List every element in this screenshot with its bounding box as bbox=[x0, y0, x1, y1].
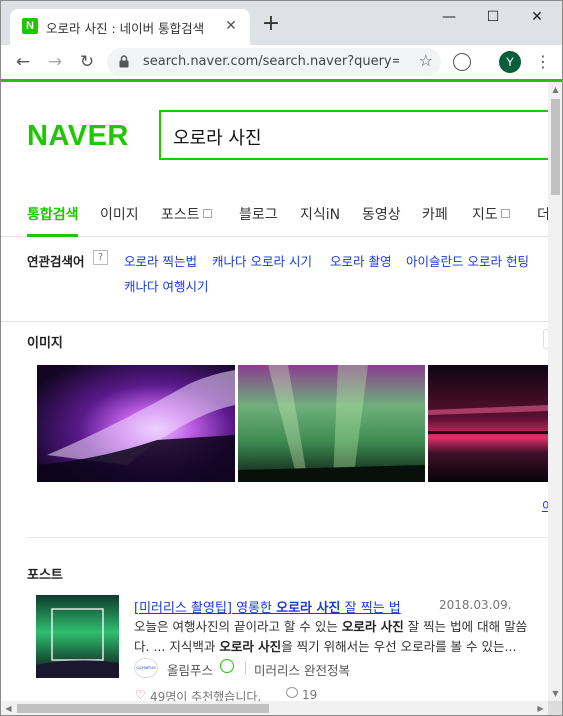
vertical-scrollbar[interactable]: ▲ ▼ bbox=[548, 82, 562, 701]
olympus-logo[interactable]: OLYMPUS bbox=[134, 658, 158, 678]
post-thumbnail[interactable] bbox=[36, 595, 119, 678]
naver-logo[interactable]: NAVER bbox=[27, 120, 129, 153]
tab-strip: N 오로라 사진 : 네이버 통합검색 ✕ + — ☐ ✕ bbox=[1, 1, 562, 45]
maximize-icon[interactable]: ☐ bbox=[479, 7, 507, 27]
snippet-text: 다. ... 지식백과 bbox=[134, 639, 220, 654]
post-title-bold: 오로라 사진 bbox=[276, 601, 341, 616]
snippet-text: 잘 찍는 법에 대해 말씀 bbox=[403, 619, 528, 634]
post-title-prefix: [미러리스 촬영팁] 영롱한 bbox=[134, 601, 277, 616]
page-viewport: NAVER 오로라 사진 통합검색 이미지 포스트 블로그 지식iN 동영상 카… bbox=[1, 82, 548, 701]
new-tab-icon[interactable]: + bbox=[260, 13, 282, 36]
horizontal-scrollbar[interactable]: ◀ ▶ bbox=[1, 701, 548, 715]
help-icon[interactable]: ? bbox=[93, 250, 108, 265]
tab-title: 오로라 사진 : 네이버 통합검색 bbox=[46, 21, 205, 36]
search-query-text[interactable]: 오로라 사진 bbox=[173, 124, 262, 150]
horizontal-scroll-thumb[interactable] bbox=[17, 704, 269, 713]
post-title-link[interactable]: [미러리스 촬영팁] 영롱한 오로라 사진 잘 찍는 법 bbox=[134, 597, 401, 616]
category-tabs: 통합검색 이미지 포스트 블로그 지식iN 동영상 카페 지도 더 bbox=[1, 189, 548, 237]
snippet-text: 오늘은 여행사진의 끝이라고 할 수 있는 bbox=[134, 619, 342, 634]
aurora-image-3[interactable] bbox=[428, 365, 548, 482]
scroll-up-arrow-icon[interactable]: ▲ bbox=[548, 82, 562, 97]
profile-avatar[interactable]: Y bbox=[499, 51, 521, 73]
minimize-icon[interactable]: — bbox=[435, 7, 463, 27]
forward-arrow-icon[interactable]: → bbox=[43, 50, 67, 74]
scroll-right-arrow-icon[interactable]: ▶ bbox=[533, 701, 548, 715]
search-input[interactable]: 오로라 사진 bbox=[159, 110, 548, 160]
browser-window: N 오로라 사진 : 네이버 통합검색 ✕ + — ☐ ✕ ← → ↻ sear… bbox=[0, 0, 563, 716]
tab-blog[interactable]: 블로그 bbox=[239, 204, 278, 224]
tab-integrated-search[interactable]: 통합검색 bbox=[27, 204, 79, 224]
heart-icon[interactable]: ♡ bbox=[135, 688, 146, 701]
url-text[interactable]: search.naver.com/search.naver?query=... bbox=[143, 54, 399, 69]
browser-toolbar: ← → ↻ search.naver.com/search.naver?quer… bbox=[1, 45, 562, 79]
related-link[interactable]: 캐나다 여행시기 bbox=[124, 276, 208, 295]
tab-map-label: 지도 bbox=[472, 207, 498, 223]
scroll-left-arrow-icon[interactable]: ◀ bbox=[1, 701, 16, 715]
active-tab-underline bbox=[27, 234, 78, 237]
tab-post[interactable]: 포스트 bbox=[161, 204, 212, 224]
post-title-suffix: 잘 찍는 법 bbox=[340, 601, 401, 616]
divider bbox=[245, 662, 246, 674]
address-bar[interactable]: search.naver.com/search.naver?query=... … bbox=[107, 48, 441, 76]
related-label: 연관검색어 bbox=[27, 254, 85, 269]
tab-cafe[interactable]: 카페 bbox=[422, 204, 448, 224]
bookmark-star-icon[interactable]: ☆ bbox=[419, 51, 433, 70]
tab-close-icon[interactable]: ✕ bbox=[222, 17, 240, 35]
snippet-highlight: 오로라 사진 bbox=[341, 619, 404, 634]
related-link[interactable]: 오로라 촬영 bbox=[330, 251, 391, 270]
new-window-icon bbox=[202, 209, 212, 218]
images-section-title: 이미지 bbox=[27, 336, 63, 351]
new-window-icon bbox=[500, 209, 510, 218]
related-link[interactable]: 캐나다 오로라 시기 bbox=[212, 251, 312, 270]
aurora-image-1[interactable] bbox=[37, 365, 235, 482]
snippet-text: 을 찍기 위해서는 우선 오로라를 볼 수 있는... bbox=[281, 639, 517, 654]
window-close-icon[interactable]: ✕ bbox=[523, 7, 551, 27]
tab-kin[interactable]: 지식iN bbox=[300, 204, 340, 224]
post-source[interactable]: 올림푸스 bbox=[167, 660, 213, 679]
extension-icon[interactable] bbox=[453, 53, 471, 71]
reload-icon[interactable]: ↻ bbox=[75, 50, 99, 74]
browser-tab[interactable]: N 오로라 사진 : 네이버 통합검색 ✕ bbox=[10, 9, 250, 45]
tab-post-label: 포스트 bbox=[161, 207, 200, 223]
back-arrow-icon[interactable]: ← bbox=[11, 50, 35, 74]
tab-video[interactable]: 동영상 bbox=[362, 204, 401, 224]
related-link[interactable]: 오로라 찍는법 bbox=[124, 251, 197, 270]
related-searches: 연관검색어 ? 오로라 찍는법 캐나다 오로라 시기 오로라 촬영 아이슬란드 … bbox=[1, 238, 548, 322]
comment-icon[interactable] bbox=[286, 687, 298, 698]
aurora-image-2[interactable] bbox=[238, 365, 425, 482]
likes-count: 49명이 추천했습니다. bbox=[150, 690, 262, 701]
verified-check-icon bbox=[220, 659, 234, 673]
post-series[interactable]: 미러리스 완전정복 bbox=[254, 660, 350, 679]
vertical-scroll-thumb[interactable] bbox=[551, 99, 560, 195]
tab-map[interactable]: 지도 bbox=[472, 204, 510, 224]
scrollbar-corner bbox=[548, 701, 562, 715]
section-divider bbox=[27, 537, 548, 538]
tab-more[interactable]: 더 bbox=[537, 204, 548, 224]
post-date: 2018.03.09. bbox=[439, 598, 512, 612]
post-snippet: 오늘은 여행사진의 끝이라고 할 수 있는 오로라 사진 잘 찍는 법에 대해 … bbox=[134, 617, 548, 657]
related-link[interactable]: 아이슬란드 오로라 헌팅 bbox=[406, 251, 529, 270]
menu-kebab-icon[interactable]: ⋮ bbox=[535, 51, 551, 73]
tab-images[interactable]: 이미지 bbox=[100, 204, 139, 224]
comments-count: 19 bbox=[302, 688, 318, 701]
naver-favicon-icon: N bbox=[22, 18, 38, 34]
scroll-down-arrow-icon[interactable]: ▼ bbox=[548, 686, 562, 701]
lock-icon bbox=[119, 55, 129, 68]
snippet-highlight: 오로라 사진 bbox=[219, 639, 282, 654]
post-section-title: 포스트 bbox=[27, 568, 63, 583]
